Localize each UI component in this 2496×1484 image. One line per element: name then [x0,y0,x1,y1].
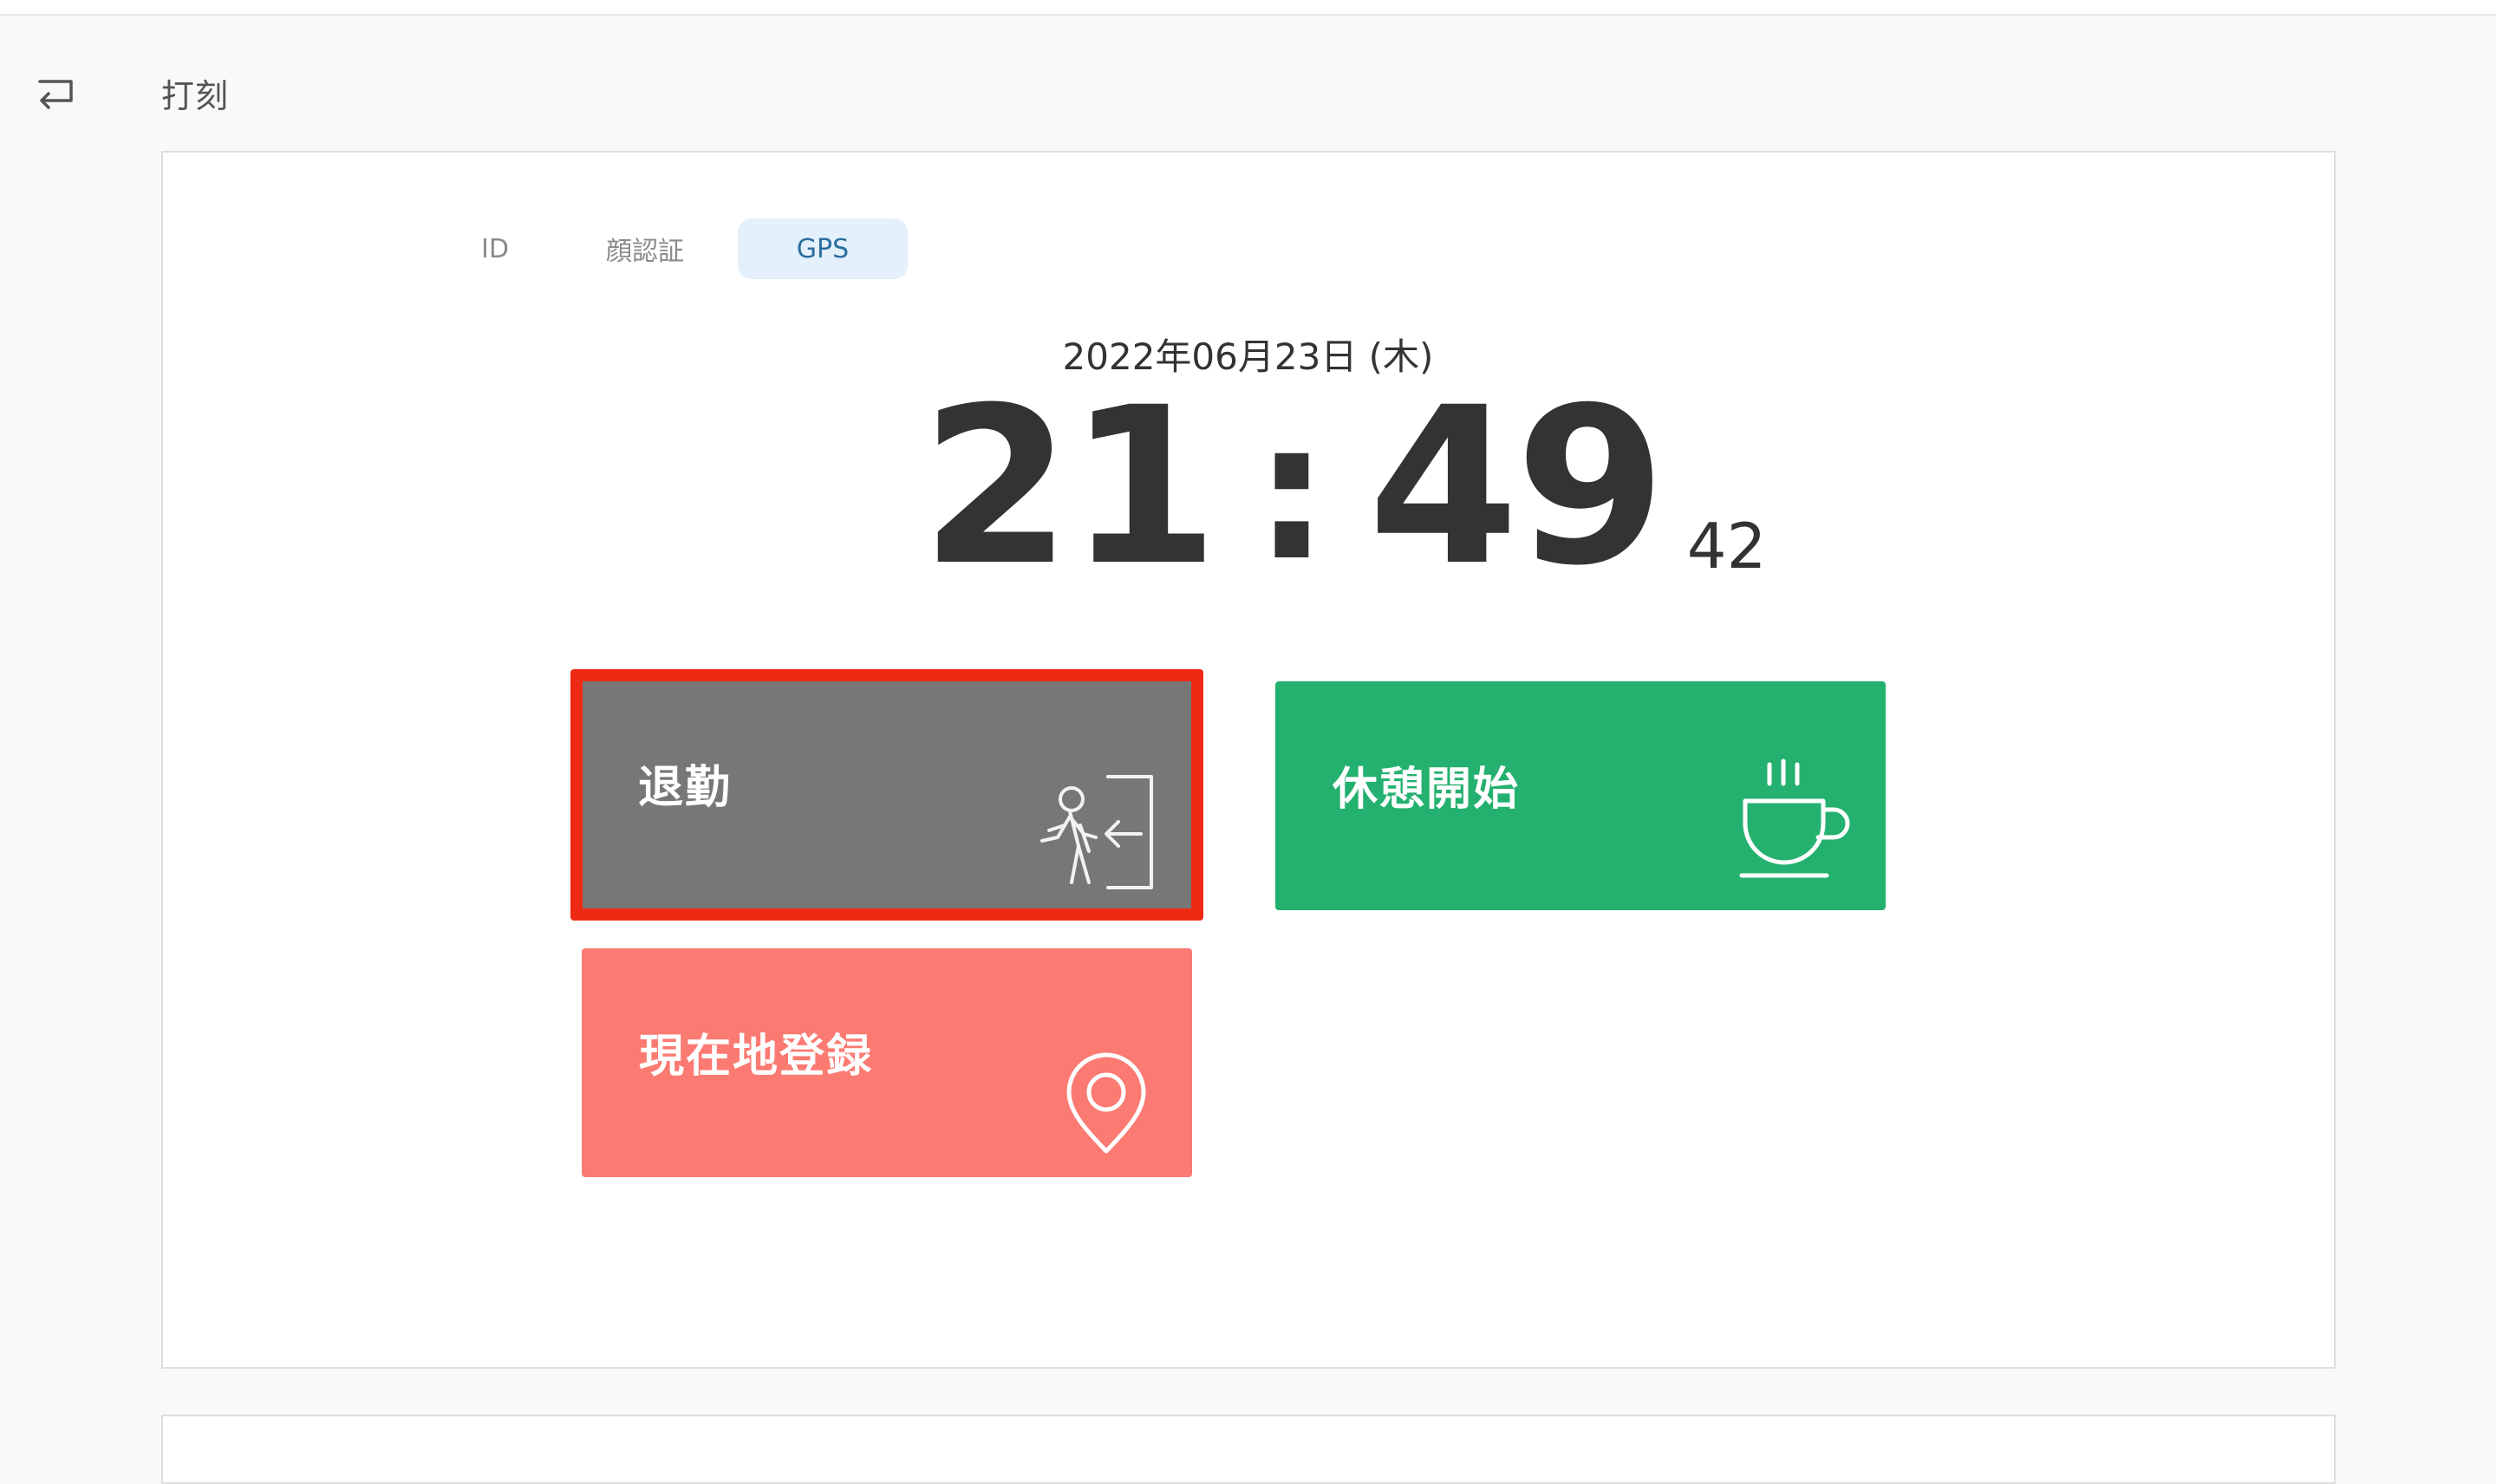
register-location-label: 現在地登録 [639,1031,874,1083]
register-location-button[interactable]: 現在地登録 [582,948,1192,1177]
coffee-cup-icon [1739,758,1850,878]
page-title: 打刻 [161,77,230,115]
return-icon [38,80,73,109]
back-button[interactable] [31,68,80,116]
leave-work-label: 退勤 [638,762,733,814]
current-date: 2022年06月23日 (木) [1062,335,1434,378]
exit-person-icon [1040,775,1153,889]
tab-face-recognition[interactable]: 顔認証 [552,218,738,279]
break-start-label: 休憩開始 [1333,764,1521,816]
location-pin-icon [1066,1052,1146,1154]
time-hours: 21 [921,361,1219,613]
tab-id[interactable]: ID [438,218,552,279]
time-separator: : [1253,381,1330,602]
time-seconds: 42 [1686,510,1767,583]
auth-method-tabs: ID 顔認証 GPS [438,218,908,279]
next-card [161,1415,2336,1484]
tab-gps[interactable]: GPS [738,218,908,279]
top-bar [0,0,2496,16]
leave-work-button[interactable]: 退勤 [570,669,1203,921]
break-start-button[interactable]: 休憩開始 [1275,681,1886,910]
current-time: 21 : 49 42 [921,361,1767,613]
time-minutes: 49 [1367,361,1666,613]
